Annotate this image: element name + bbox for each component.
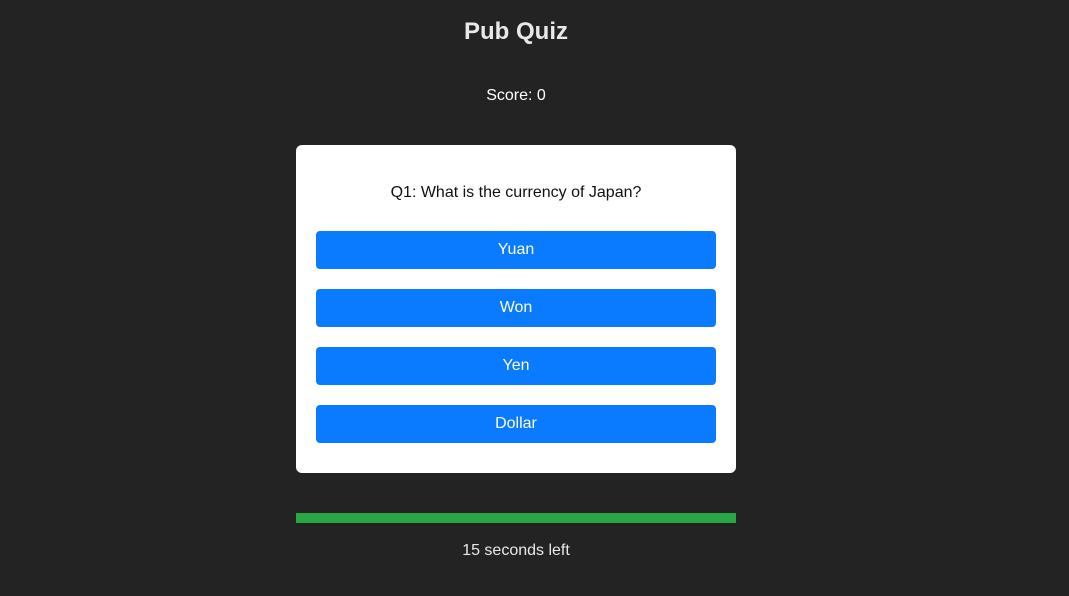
answer-button-yuan[interactable]: Yuan [316,231,716,269]
page-title: Pub Quiz [464,18,568,45]
answer-button-yen[interactable]: Yen [316,347,716,385]
question-text: Q1: What is the currency of Japan? [390,184,642,201]
answer-button-dollar[interactable]: Dollar [316,405,716,443]
timer-text: 15 seconds left [462,542,570,559]
question-card: Q1: What is the currency of Japan? Yuan … [296,145,736,473]
timer-progress-bar [296,513,736,523]
timer-progress-fill [296,513,736,523]
answer-button-won[interactable]: Won [316,289,716,327]
score-display: Score: 0 [486,87,546,104]
